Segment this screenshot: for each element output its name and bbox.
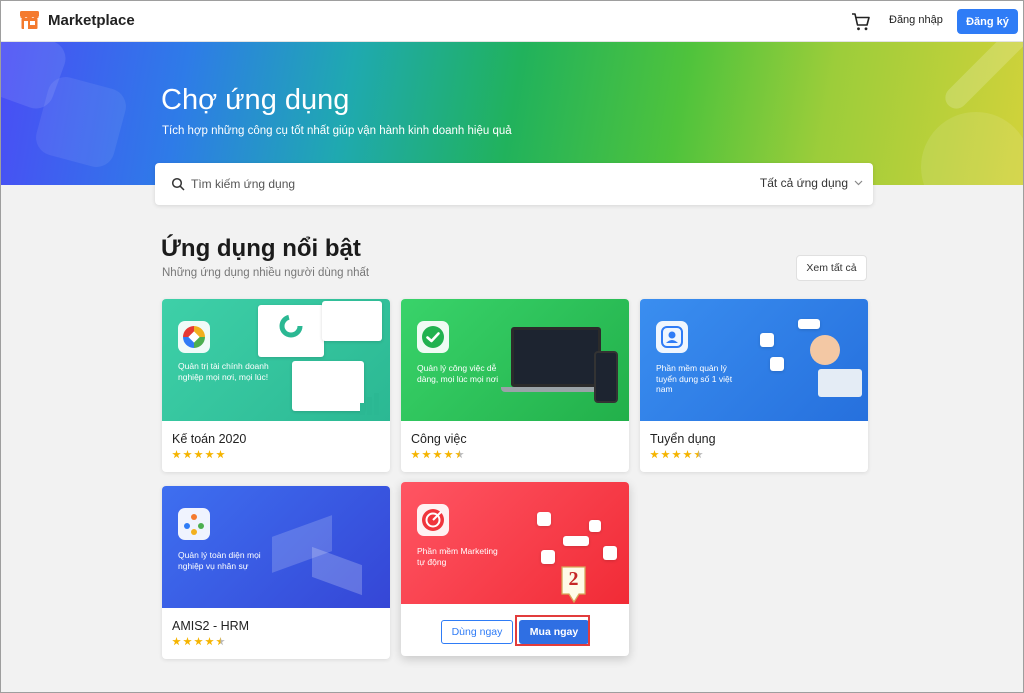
star-icon <box>183 450 192 459</box>
star-icon <box>205 450 214 459</box>
search-icon <box>171 177 185 191</box>
star-icon <box>650 450 659 459</box>
use-now-button[interactable]: Dùng ngay <box>441 620 513 644</box>
section-subtitle: Những ứng dụng nhiều người dùng nhất <box>162 267 370 279</box>
channel-badge <box>537 512 551 526</box>
social-badge <box>770 357 784 371</box>
app-card-tuyen-dung[interactable]: Phần mềm quản lý tuyển dụng số 1 việt na… <box>640 299 868 472</box>
app-name: AMIS2 - HRM <box>172 619 250 633</box>
hero-decoration <box>921 112 1023 185</box>
accounting-app-icon <box>178 321 210 353</box>
hero-decoration <box>940 42 1023 114</box>
section-title: Ứng dụng nổi bật <box>161 235 361 262</box>
top-navigation-bar: Marketplace Đăng nhập Đăng ký <box>1 1 1023 42</box>
channel-badge <box>541 550 555 564</box>
rating-stars <box>411 450 464 459</box>
app-card-cong-viec[interactable]: Quản lý công việc dễ dàng, mọi lúc mọi n… <box>401 299 629 472</box>
app-name: Kế toán 2020 <box>172 432 247 446</box>
marketing-app-icon <box>417 504 449 536</box>
signup-button[interactable]: Đăng ký <box>957 9 1018 34</box>
rating-stars <box>172 637 225 646</box>
laptop-illustration <box>818 369 862 397</box>
chevron-down-icon <box>854 180 863 186</box>
star-icon <box>194 450 203 459</box>
app-name: Tuyển dụng <box>650 432 716 446</box>
star-icon <box>194 637 203 646</box>
laptop-illustration <box>511 327 601 387</box>
app-banner: Phần mềm quản lý tuyển dụng số 1 việt na… <box>640 299 868 421</box>
cart-icon[interactable] <box>851 12 871 32</box>
bar-chart-illustration <box>360 393 379 415</box>
app-card-ke-toan[interactable]: Quản trị tài chính doanh nghiệp mọi nơi,… <box>162 299 390 472</box>
app-tagline: Quản trị tài chính doanh nghiệp mọi nơi,… <box>178 361 269 382</box>
star-half-icon <box>694 450 703 459</box>
star-icon <box>172 637 181 646</box>
category-filter-dropdown[interactable]: Tất cả ứng dụng <box>760 176 863 190</box>
step-number: 2 <box>568 568 579 590</box>
rating-stars <box>650 450 703 459</box>
page-frame: Marketplace Đăng nhập Đăng ký Chợ ứng dụ… <box>0 0 1024 693</box>
app-card-amis-hrm[interactable]: Quản lý toàn diện mọi nghiệp vụ nhân sự … <box>162 486 390 659</box>
star-icon <box>433 450 442 459</box>
task-app-icon <box>417 321 449 353</box>
star-icon <box>172 450 181 459</box>
search-bar: Tất cả ứng dụng <box>155 163 873 205</box>
star-icon <box>216 450 225 459</box>
rating-stars <box>172 450 225 459</box>
app-banner: Phần mềm Marketing tự động <box>401 482 629 604</box>
app-tagline: Quản lý công việc dễ dàng, mọi lúc mọi n… <box>417 363 499 384</box>
brand[interactable]: Marketplace <box>19 10 135 30</box>
star-icon <box>444 450 453 459</box>
app-tagline: Phần mềm Marketing tự động <box>417 546 498 567</box>
channel-badge <box>603 546 617 560</box>
dashboard-mockup <box>322 301 382 341</box>
hero-title: Chợ ứng dụng <box>161 84 350 116</box>
search-input[interactable] <box>191 174 691 194</box>
star-icon <box>422 450 431 459</box>
recruit-app-icon <box>656 321 688 353</box>
donut-chart-illustration <box>279 314 303 338</box>
app-tagline: Phần mềm quản lý tuyển dụng số 1 việt na… <box>656 363 733 394</box>
see-all-button[interactable]: Xem tất cả <box>796 255 867 281</box>
hrm-app-icon <box>178 508 210 540</box>
dashboard-mockup <box>292 361 364 411</box>
app-banner: Quản trị tài chính doanh nghiệp mọi nơi,… <box>162 299 390 421</box>
star-icon <box>411 450 420 459</box>
star-icon <box>205 637 214 646</box>
step-highlight-box <box>515 615 590 646</box>
star-half-icon <box>455 450 464 459</box>
category-filter-label: Tất cả ứng dụng <box>759 176 848 190</box>
hero-subtitle: Tích hợp những công cụ tốt nhất giúp vận… <box>162 125 512 137</box>
brand-title: Marketplace <box>48 11 135 29</box>
star-icon <box>672 450 681 459</box>
app-banner: Quản lý toàn diện mọi nghiệp vụ nhân sự <box>162 486 390 608</box>
social-badge <box>760 333 774 347</box>
star-icon <box>683 450 692 459</box>
social-badge <box>798 319 820 329</box>
star-icon <box>183 637 192 646</box>
app-tagline: Quản lý toàn diện mọi nghiệp vụ nhân sự <box>178 550 261 571</box>
star-icon <box>661 450 670 459</box>
channel-badge <box>563 536 589 546</box>
star-half-icon <box>216 637 225 646</box>
channel-badge <box>589 520 601 532</box>
app-name: Công việc <box>411 432 467 446</box>
login-link[interactable]: Đăng nhập <box>889 14 943 26</box>
person-illustration <box>810 335 840 365</box>
isometric-illustration <box>312 546 362 596</box>
app-banner: Quản lý công việc dễ dàng, mọi lúc mọi n… <box>401 299 629 421</box>
phone-illustration <box>594 351 618 403</box>
store-logo-icon <box>20 11 39 29</box>
